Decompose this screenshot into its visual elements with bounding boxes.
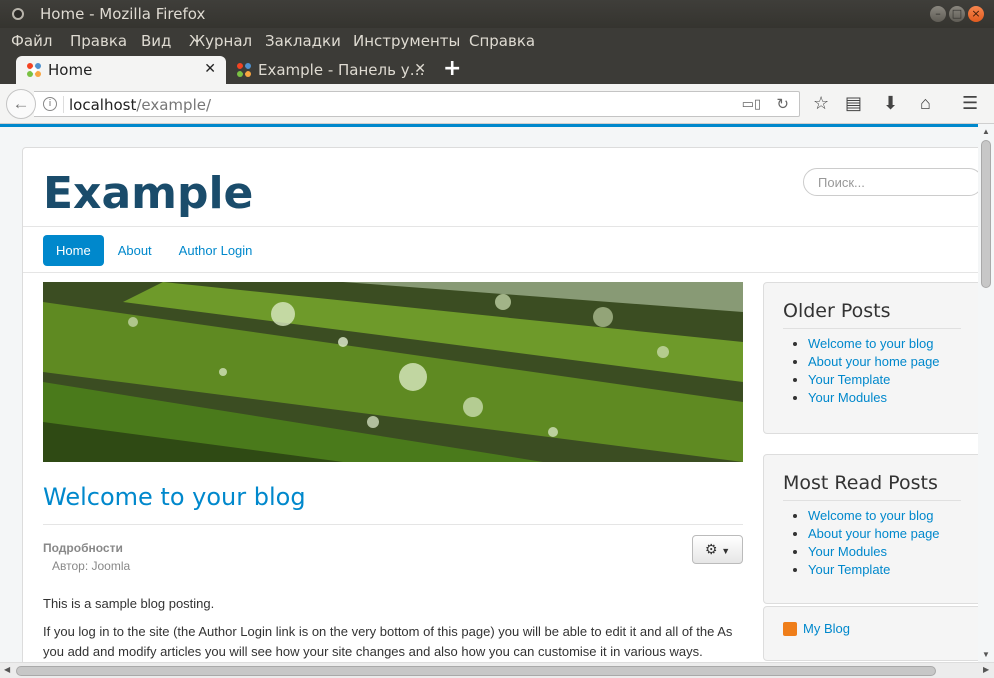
- nav-toolbar: i localhost/example/ ▭▯ ↻ ← ☆ ▤ ⬇ ⌂ ☰: [0, 84, 994, 124]
- rss-icon: [783, 622, 797, 636]
- scrollbar-thumb[interactable]: [16, 666, 936, 676]
- divider: [43, 524, 743, 525]
- tab-label: Example - Панель у…: [258, 61, 425, 79]
- menu-file[interactable]: Файл: [11, 32, 52, 50]
- vertical-scrollbar[interactable]: ▲ ▼: [978, 124, 994, 664]
- menu-item-author-login[interactable]: Author Login: [166, 235, 266, 266]
- list-item[interactable]: About your home page: [808, 353, 940, 371]
- module-title: Most Read Posts: [783, 472, 938, 494]
- tab-home[interactable]: Home ✕: [16, 56, 226, 84]
- downloads-icon[interactable]: ⬇: [883, 93, 898, 114]
- firefox-icon: [12, 8, 24, 20]
- scrollbar-thumb[interactable]: [981, 140, 991, 288]
- list-item[interactable]: Your Template: [808, 561, 940, 579]
- divider: [23, 272, 993, 273]
- new-tab-icon[interactable]: +: [443, 56, 461, 81]
- maximize-button[interactable]: □: [949, 6, 965, 22]
- list-item[interactable]: Your Template: [808, 371, 940, 389]
- article-details-heading: Подробности: [43, 541, 123, 555]
- article-paragraph: If you log in to the site (the Author Lo…: [43, 624, 733, 659]
- divider: [23, 226, 993, 227]
- tab-close-icon[interactable]: ✕: [414, 61, 426, 77]
- menu-bookmarks[interactable]: Закладки: [265, 32, 341, 50]
- list-item[interactable]: About your home page: [808, 525, 940, 543]
- older-posts-list: Welcome to your blog About your home pag…: [808, 335, 940, 407]
- caret-down-icon: ▼: [721, 546, 731, 556]
- url-separator: [63, 96, 64, 113]
- info-icon[interactable]: i: [43, 97, 57, 111]
- page-viewport: Example Поиск... Home About Author Login: [0, 124, 994, 678]
- tab-label: Home: [48, 61, 93, 79]
- list-item[interactable]: Your Modules: [808, 389, 940, 407]
- tab-example-panel[interactable]: Example - Панель у… ✕: [226, 56, 436, 84]
- list-item[interactable]: Welcome to your blog: [808, 335, 940, 353]
- list-item[interactable]: Welcome to your blog: [808, 507, 940, 525]
- joomla-icon: [27, 63, 41, 77]
- article-tools-button[interactable]: ⚙ ▼: [692, 535, 743, 564]
- divider: [783, 328, 961, 329]
- module-older-posts: Older Posts Welcome to your blog About y…: [763, 282, 983, 434]
- module-feed: My Blog: [763, 606, 983, 661]
- window-titlebar: Home - Mozilla Firefox – □ ×: [0, 0, 994, 28]
- banner-image: [43, 282, 743, 462]
- menu-view[interactable]: Вид: [141, 32, 171, 50]
- menu-history[interactable]: Журнал: [189, 32, 252, 50]
- scroll-left-icon[interactable]: ◀: [4, 665, 10, 674]
- article-paragraph: This is a sample blog posting.: [43, 596, 215, 611]
- bookmarks-list-icon[interactable]: ▤: [845, 93, 862, 114]
- site-brand[interactable]: Example: [43, 168, 253, 219]
- url-bar[interactable]: i localhost/example/ ▭▯ ↻: [34, 91, 800, 117]
- menu-help[interactable]: Справка: [469, 32, 535, 50]
- home-icon[interactable]: ⌂: [920, 93, 931, 114]
- main-menu: Home About Author Login: [43, 235, 266, 266]
- accent-line: [0, 124, 994, 127]
- window-controls: – □ ×: [930, 6, 984, 22]
- horizontal-scrollbar[interactable]: ◀ ▶: [0, 662, 994, 678]
- scroll-down-icon[interactable]: ▼: [982, 650, 990, 659]
- menu-item-about[interactable]: About: [105, 235, 165, 266]
- window-title: Home - Mozilla Firefox: [40, 5, 206, 23]
- gear-icon: ⚙: [704, 541, 718, 557]
- reader-view-icon[interactable]: ▭▯: [742, 96, 761, 112]
- menu-item-home[interactable]: Home: [43, 235, 104, 266]
- site-container: Example Поиск... Home About Author Login: [22, 147, 993, 678]
- menu-edit[interactable]: Правка: [70, 32, 127, 50]
- menu-tools[interactable]: Инструменты: [353, 32, 460, 50]
- search-input[interactable]: Поиск...: [803, 168, 983, 196]
- scroll-right-icon[interactable]: ▶: [983, 665, 989, 674]
- menubar: Файл Правка Вид Журнал Закладки Инструме…: [0, 28, 994, 54]
- hamburger-menu-icon[interactable]: ☰: [962, 93, 978, 114]
- most-read-list: Welcome to your blog About your home pag…: [808, 507, 940, 579]
- article-title[interactable]: Welcome to your blog: [43, 483, 306, 511]
- module-most-read-posts: Most Read Posts Welcome to your blog Abo…: [763, 454, 983, 604]
- minimize-button[interactable]: –: [930, 6, 946, 22]
- tab-close-icon[interactable]: ✕: [204, 61, 216, 77]
- back-button[interactable]: ←: [6, 89, 36, 119]
- module-title: Older Posts: [783, 300, 891, 322]
- tab-bar: Home ✕ Example - Панель у… ✕: [0, 54, 994, 84]
- feed-link[interactable]: My Blog: [803, 621, 850, 636]
- joomla-icon: [237, 63, 251, 77]
- bookmark-star-icon[interactable]: ☆: [813, 93, 829, 114]
- list-item[interactable]: Your Modules: [808, 543, 940, 561]
- divider: [783, 500, 961, 501]
- url-text[interactable]: localhost/example/: [69, 96, 211, 114]
- article-author: Автор: Joomla: [52, 559, 131, 573]
- close-button[interactable]: ×: [968, 6, 984, 22]
- scroll-up-icon[interactable]: ▲: [982, 127, 990, 136]
- reload-icon[interactable]: ↻: [776, 95, 789, 113]
